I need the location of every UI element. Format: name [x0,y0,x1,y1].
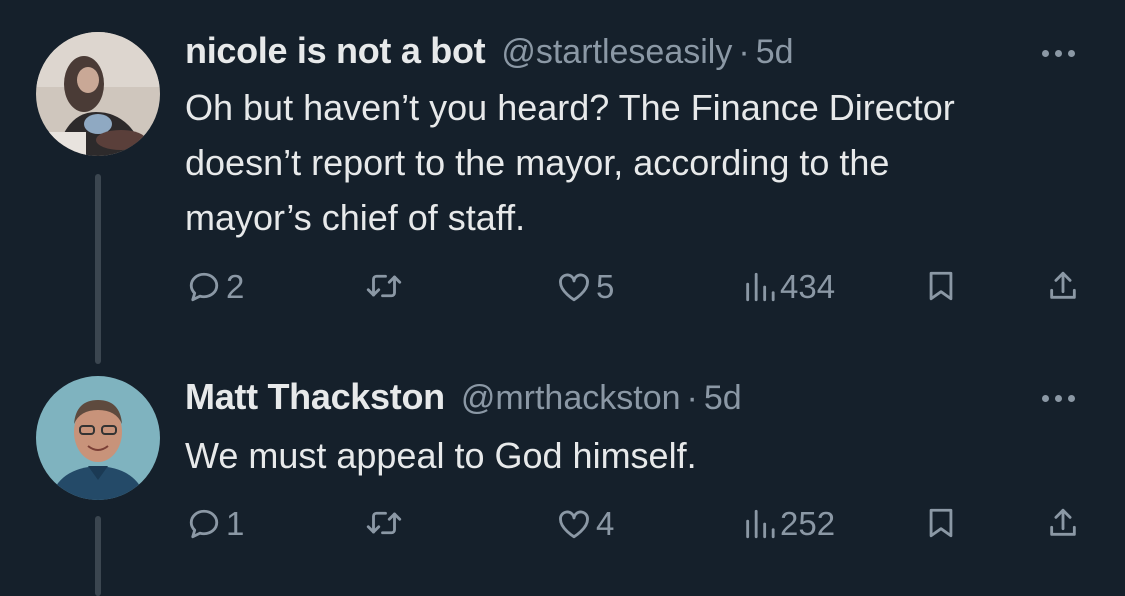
user-handle[interactable]: @mrthackston [461,379,681,418]
bookmark-icon [929,508,953,538]
like-button[interactable]: 5 [556,268,614,306]
tweet-actions: 2 5 434 [0,268,1125,312]
tweet[interactable]: nicole is not a bot @startleseasily · 5d… [0,0,1125,364]
retweet-button[interactable] [364,268,404,304]
views-count: 434 [780,268,836,305]
share-icon [1050,271,1076,299]
tweet-header: Matt Thackston @mrthackston · 5d [185,376,742,418]
display-name[interactable]: nicole is not a bot [185,30,486,72]
reply-count: 1 [226,505,245,542]
retweet-icon [366,274,402,298]
tweet-actions: 1 4 252 [0,505,1125,549]
timestamp[interactable]: 5d [756,33,794,72]
separator: · [738,33,750,71]
like-button[interactable]: 4 [556,505,614,543]
more-icon[interactable] [1042,50,1075,57]
timestamp[interactable]: 5d [704,379,742,418]
bookmark-button[interactable] [924,268,958,304]
more-icon[interactable] [1042,395,1075,402]
retweet-icon [366,511,402,535]
views-button[interactable]: 252 [742,505,835,543]
reply-button[interactable]: 1 [186,505,244,543]
like-icon [559,510,589,539]
bookmark-button[interactable] [924,505,958,541]
views-count: 252 [780,505,836,542]
avatar[interactable] [36,376,160,500]
like-icon [559,273,589,302]
share-icon [1050,508,1076,536]
tweet-header: nicole is not a bot @startleseasily · 5d [185,30,794,72]
reply-icon [189,272,219,302]
tweet-text: We must appeal to God himself. [185,435,697,476]
like-count: 4 [596,505,615,542]
user-handle[interactable]: @startleseasily [501,33,732,72]
bookmark-icon [929,271,953,301]
views-button[interactable]: 434 [742,268,835,306]
like-count: 5 [596,268,615,305]
reply-count: 2 [226,268,245,305]
share-button[interactable] [1046,505,1080,541]
display-name[interactable]: Matt Thackston [185,376,445,418]
tweet-text: Oh but haven’t you heard? The Finance Di… [185,87,955,238]
views-icon [746,272,775,302]
tweet[interactable]: Matt Thackston @mrthackston · 5d We must… [0,340,1125,596]
views-icon [746,509,775,539]
separator: · [686,379,698,417]
retweet-button[interactable] [364,505,404,541]
avatar[interactable] [36,32,160,156]
share-button[interactable] [1046,268,1080,304]
reply-button[interactable]: 2 [186,268,244,306]
reply-icon [189,509,219,539]
